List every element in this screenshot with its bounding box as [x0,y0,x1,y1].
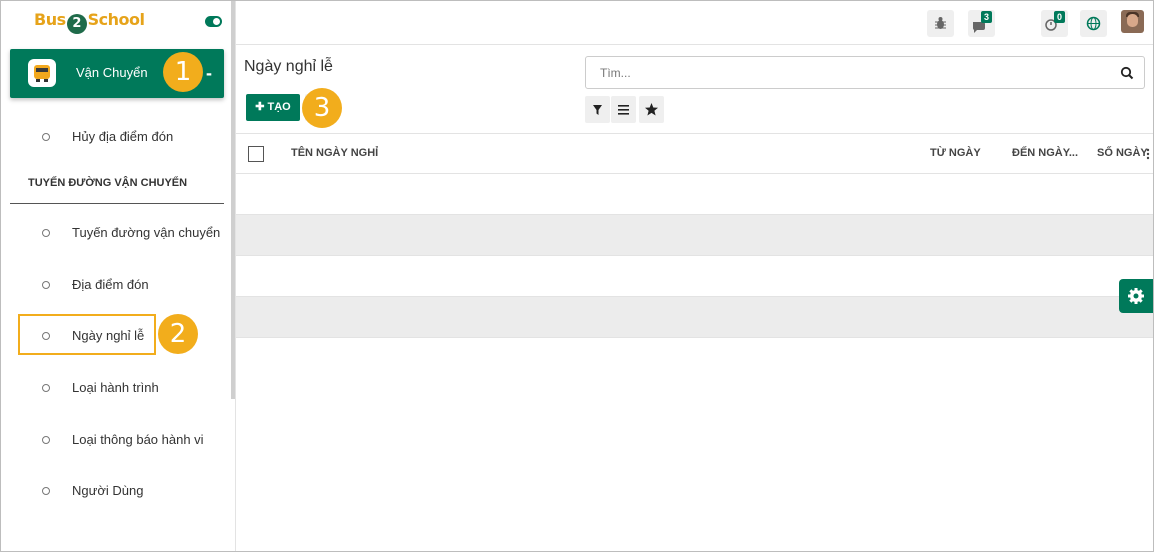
sidebar-item-label: Tuyến đường vận chuyển [72,225,221,240]
bullet-icon [42,281,50,289]
select-all-checkbox[interactable] [248,146,264,162]
sidebar-item-cancel-pickup[interactable]: Hủy địa điểm đón [42,129,173,144]
activity-count-badge: 0 [1054,11,1065,23]
sidebar-item-label: Người Dùng [72,483,144,498]
callout-1: 1 [163,52,203,92]
messages-button[interactable]: 3 [968,10,995,37]
column-options-icon[interactable] [1146,148,1150,160]
plus-icon: ✚ [255,101,265,113]
website-button[interactable] [1080,10,1107,37]
create-button[interactable]: ✚ TẠO [246,94,300,121]
app-menu-label: Vận Chuyển [76,65,148,80]
brand-logo[interactable]: Bus 2 School [34,10,145,34]
sidebar-toggle[interactable] [205,16,222,27]
logo-text-bus: Bus [34,10,66,29]
bullet-icon [42,133,50,141]
bug-icon [935,17,946,29]
sidebar-item-behavior-notification-types[interactable]: Loại thông báo hành vi [42,432,204,447]
bus-icon [28,59,56,87]
page-title: Ngày nghỉ lễ [244,58,333,75]
globe-icon [1086,16,1101,31]
sidebar-item-users[interactable]: Người Dùng [42,483,143,498]
debug-button[interactable] [927,10,954,37]
search-icon[interactable] [1120,66,1134,80]
sidebar-item-label: Loại thông báo hành vi [72,432,204,447]
search-input[interactable] [600,64,1100,82]
sidebar-item-trip-types[interactable]: Loại hành trình [42,380,159,395]
filter-icon [593,105,602,115]
sidebar-item-holidays[interactable]: Ngày nghỉ lễ [42,328,144,343]
column-from-date[interactable]: TỪ NGÀY [930,147,981,159]
activity-button[interactable]: 0 [1041,10,1068,37]
sidebar-item-routes[interactable]: Tuyến đường vận chuyển [42,225,220,240]
sidebar-item-label: Địa điểm đón [72,277,149,292]
settings-button[interactable] [1119,279,1153,313]
group-by-button[interactable] [611,96,636,123]
table-row [236,215,1153,256]
sidebar-item-pickup-points[interactable]: Địa điểm đón [42,277,149,292]
collapse-icon[interactable]: - [206,63,212,84]
callout-3: 3 [302,88,342,128]
table-row [236,297,1153,338]
favorites-button[interactable] [639,96,664,123]
sidebar-item-label: Loại hành trình [72,380,159,395]
search-bar[interactable] [585,56,1145,89]
logo-text-school: School [87,10,145,29]
messages-count-badge: 3 [981,11,992,23]
table-header: TÊN NGÀY NGHỈ TỪ NGÀY ĐẾN NGÀY... SỐ NGÀ… [236,133,1153,174]
sidebar-section-title: TUYẾN ĐƯỜNG VẬN CHUYỂN [28,177,188,189]
create-button-label: TẠO [267,101,291,113]
sidebar-section-divider [10,203,224,204]
filters-button[interactable] [585,96,610,123]
table-row [236,256,1153,297]
bullet-icon [42,384,50,392]
bullet-icon [42,332,50,340]
logo-text-two: 2 [66,14,87,34]
sidebar-item-label: Ngày nghỉ lễ [72,328,145,343]
column-day-count[interactable]: SỐ NGÀY [1097,147,1148,159]
list-icon [618,105,629,115]
bullet-icon [42,229,50,237]
column-to-date[interactable]: ĐẾN NGÀY... [1012,147,1078,159]
column-holiday-name[interactable]: TÊN NGÀY NGHỈ [291,147,378,159]
gear-icon [1128,288,1144,304]
sidebar-item-label: Hủy địa điểm đón [72,129,174,144]
top-navbar: 3 0 [236,1,1153,45]
callout-2: 2 [158,314,198,354]
user-avatar[interactable] [1121,10,1144,33]
table-row [236,174,1153,215]
bullet-icon [42,436,50,444]
star-icon [645,103,658,116]
bullet-icon [42,487,50,495]
